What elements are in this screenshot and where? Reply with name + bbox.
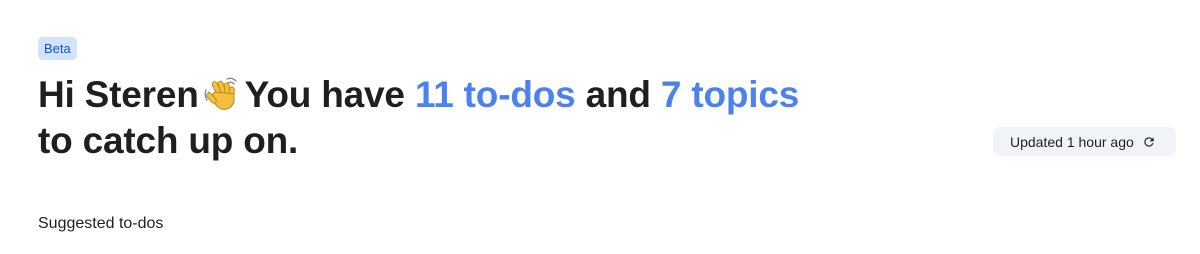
beta-badge: Beta — [38, 37, 77, 60]
greeting-headline: Hi Steren You have 11 to-dos and 7 topic… — [38, 74, 898, 161]
greeting-you-have: You have — [244, 74, 405, 115]
greeting-and: and — [585, 74, 651, 115]
todos-count-link[interactable]: 11 to-dos — [415, 74, 576, 115]
updated-refresh-button[interactable]: Updated 1 hour ago — [993, 127, 1176, 156]
greeting-tail: to catch up on. — [38, 120, 299, 161]
topics-count-link[interactable]: 7 topics — [661, 74, 799, 115]
refresh-icon — [1142, 135, 1156, 149]
updated-label: Updated 1 hour ago — [1010, 133, 1134, 150]
waving-hand-icon — [203, 76, 243, 120]
greeting-hello: Hi Steren — [38, 74, 199, 115]
suggested-todos-heading: Suggested to-dos — [38, 215, 164, 232]
